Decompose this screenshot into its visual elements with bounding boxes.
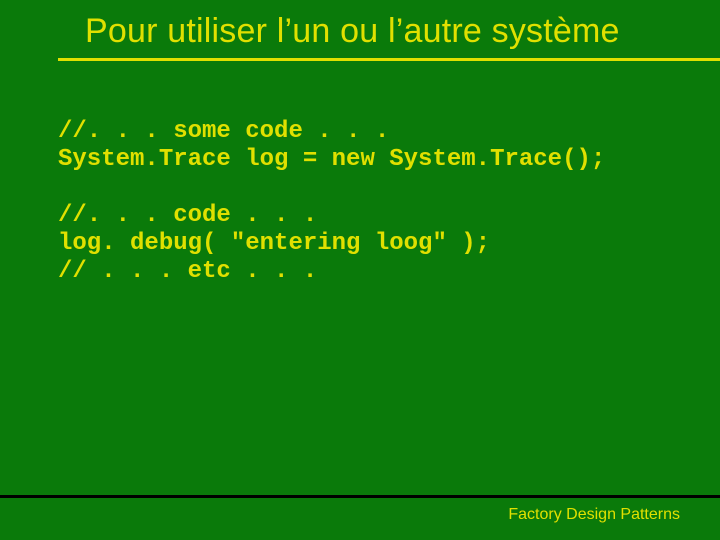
slide: Pour utiliser l’un ou l’autre système //…	[0, 0, 720, 540]
footer-rule	[0, 495, 720, 498]
code-block: //. . . some code . . . System.Trace log…	[58, 118, 700, 286]
footer-text: Factory Design Patterns	[508, 506, 680, 524]
title-underline	[58, 58, 720, 61]
slide-title: Pour utiliser l’un ou l’autre système	[85, 12, 710, 51]
